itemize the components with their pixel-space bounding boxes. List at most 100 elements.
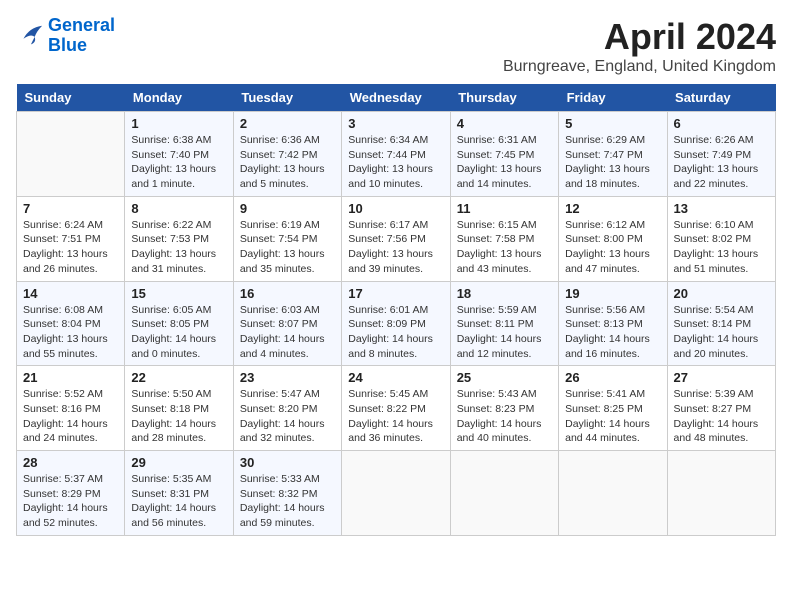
empty-cell [450, 451, 558, 536]
day-cell-23: 23 Sunrise: 5:47 AM Sunset: 8:20 PM Dayli… [233, 366, 341, 451]
day-header-saturday: Saturday [667, 84, 775, 112]
day-cell-5: 5 Sunrise: 6:29 AM Sunset: 7:47 PM Daylig… [559, 112, 667, 197]
logo-icon [16, 22, 44, 50]
day-cell-24: 24Sunrise: 5:45 AM Sunset: 8:22 PM Dayli… [342, 366, 450, 451]
day-info: Sunrise: 5:47 AM Sunset: 8:20 PM Dayligh… [240, 387, 335, 446]
day-header-thursday: Thursday [450, 84, 558, 112]
day-info: Sunrise: 6:08 AM Sunset: 8:04 PM Dayligh… [23, 303, 118, 362]
day-info: Sunrise: 5:50 AM Sunset: 8:18 PM Dayligh… [131, 387, 226, 446]
day-number: 23 [240, 370, 335, 385]
calendar-week-2: 7 Sunrise: 6:24 AM Sunset: 7:51 PM Daylig… [17, 196, 776, 281]
day-info: Sunrise: 5:52 AM Sunset: 8:16 PM Dayligh… [23, 387, 118, 446]
day-cell-11: 11 Sunrise: 6:15 AM Sunset: 7:58 PM Dayli… [450, 196, 558, 281]
day-number: 10 [348, 201, 443, 216]
day-cell-7: 7 Sunrise: 6:24 AM Sunset: 7:51 PM Daylig… [17, 196, 125, 281]
calendar-week-1: 1Sunrise: 6:38 AM Sunset: 7:40 PM Daylig… [17, 112, 776, 197]
day-number: 16 [240, 286, 335, 301]
day-info: Sunrise: 5:43 AM Sunset: 8:23 PM Dayligh… [457, 387, 552, 446]
day-number: 5 [565, 116, 660, 131]
day-number: 21 [23, 370, 118, 385]
day-number: 18 [457, 286, 552, 301]
day-cell-13: 13 Sunrise: 6:10 AM Sunset: 8:02 PM Dayli… [667, 196, 775, 281]
day-cell-15: 15 Sunrise: 6:05 AM Sunset: 8:05 PM Dayli… [125, 281, 233, 366]
day-number: 20 [674, 286, 769, 301]
day-number: 15 [131, 286, 226, 301]
day-number: 27 [674, 370, 769, 385]
day-cell-21: 21 Sunrise: 5:52 AM Sunset: 8:16 PM Dayli… [17, 366, 125, 451]
day-info: Sunrise: 6:29 AM Sunset: 7:47 PM Dayligh… [565, 133, 660, 192]
day-number: 1 [131, 116, 226, 131]
day-cell-12: 12 Sunrise: 6:12 AM Sunset: 8:00 PM Dayli… [559, 196, 667, 281]
day-cell-8: 8 Sunrise: 6:22 AM Sunset: 7:53 PM Daylig… [125, 196, 233, 281]
day-info: Sunrise: 6:10 AM Sunset: 8:02 PM Dayligh… [674, 218, 769, 277]
day-header-monday: Monday [125, 84, 233, 112]
day-header-friday: Friday [559, 84, 667, 112]
day-cell-20: 20 Sunrise: 5:54 AM Sunset: 8:14 PM Dayli… [667, 281, 775, 366]
calendar-week-5: 28Sunrise: 5:37 AM Sunset: 8:29 PM Dayli… [17, 451, 776, 536]
day-cell-28: 28Sunrise: 5:37 AM Sunset: 8:29 PM Dayli… [17, 451, 125, 536]
logo-text: GeneralBlue [48, 16, 115, 56]
day-number: 29 [131, 455, 226, 470]
day-number: 17 [348, 286, 443, 301]
day-number: 4 [457, 116, 552, 131]
day-info: Sunrise: 6:24 AM Sunset: 7:51 PM Dayligh… [23, 218, 118, 277]
day-info: Sunrise: 6:26 AM Sunset: 7:49 PM Dayligh… [674, 133, 769, 192]
day-cell-22: 22Sunrise: 5:50 AM Sunset: 8:18 PM Dayli… [125, 366, 233, 451]
day-number: 8 [131, 201, 226, 216]
day-info: Sunrise: 6:12 AM Sunset: 8:00 PM Dayligh… [565, 218, 660, 277]
day-cell-27: 27 Sunrise: 5:39 AM Sunset: 8:27 PM Dayli… [667, 366, 775, 451]
day-number: 14 [23, 286, 118, 301]
day-info: Sunrise: 6:05 AM Sunset: 8:05 PM Dayligh… [131, 303, 226, 362]
day-number: 7 [23, 201, 118, 216]
day-header-sunday: Sunday [17, 84, 125, 112]
day-info: Sunrise: 5:37 AM Sunset: 8:29 PM Dayligh… [23, 472, 118, 531]
day-info: Sunrise: 6:36 AM Sunset: 7:42 PM Dayligh… [240, 133, 335, 192]
day-cell-2: 2Sunrise: 6:36 AM Sunset: 7:42 PM Daylig… [233, 112, 341, 197]
day-number: 30 [240, 455, 335, 470]
day-number: 9 [240, 201, 335, 216]
day-cell-6: 6Sunrise: 6:26 AM Sunset: 7:49 PM Daylig… [667, 112, 775, 197]
location-subtitle: Burngreave, England, United Kingdom [503, 58, 776, 76]
day-header-tuesday: Tuesday [233, 84, 341, 112]
day-info: Sunrise: 6:03 AM Sunset: 8:07 PM Dayligh… [240, 303, 335, 362]
day-cell-19: 19Sunrise: 5:56 AM Sunset: 8:13 PM Dayli… [559, 281, 667, 366]
day-info: Sunrise: 5:39 AM Sunset: 8:27 PM Dayligh… [674, 387, 769, 446]
empty-cell [559, 451, 667, 536]
day-info: Sunrise: 5:45 AM Sunset: 8:22 PM Dayligh… [348, 387, 443, 446]
day-info: Sunrise: 6:17 AM Sunset: 7:56 PM Dayligh… [348, 218, 443, 277]
empty-cell [667, 451, 775, 536]
day-info: Sunrise: 6:34 AM Sunset: 7:44 PM Dayligh… [348, 133, 443, 192]
day-info: Sunrise: 6:31 AM Sunset: 7:45 PM Dayligh… [457, 133, 552, 192]
day-number: 25 [457, 370, 552, 385]
page-header: GeneralBlue April 2024 Burngreave, Engla… [16, 16, 776, 76]
day-cell-17: 17 Sunrise: 6:01 AM Sunset: 8:09 PM Dayli… [342, 281, 450, 366]
day-number: 11 [457, 201, 552, 216]
day-headers-row: SundayMondayTuesdayWednesdayThursdayFrid… [17, 84, 776, 112]
calendar-week-4: 21 Sunrise: 5:52 AM Sunset: 8:16 PM Dayli… [17, 366, 776, 451]
empty-cell [17, 112, 125, 197]
title-area: April 2024 Burngreave, England, United K… [503, 16, 776, 76]
day-number: 12 [565, 201, 660, 216]
day-info: Sunrise: 5:41 AM Sunset: 8:25 PM Dayligh… [565, 387, 660, 446]
day-header-wednesday: Wednesday [342, 84, 450, 112]
day-number: 19 [565, 286, 660, 301]
day-cell-4: 4 Sunrise: 6:31 AM Sunset: 7:45 PM Daylig… [450, 112, 558, 197]
day-info: Sunrise: 6:19 AM Sunset: 7:54 PM Dayligh… [240, 218, 335, 277]
day-cell-26: 26 Sunrise: 5:41 AM Sunset: 8:25 PM Dayli… [559, 366, 667, 451]
day-number: 26 [565, 370, 660, 385]
day-cell-25: 25 Sunrise: 5:43 AM Sunset: 8:23 PM Dayli… [450, 366, 558, 451]
day-number: 13 [674, 201, 769, 216]
month-title: April 2024 [503, 16, 776, 58]
day-cell-10: 10 Sunrise: 6:17 AM Sunset: 7:56 PM Dayli… [342, 196, 450, 281]
day-cell-29: 29Sunrise: 5:35 AM Sunset: 8:31 PM Dayli… [125, 451, 233, 536]
day-cell-18: 18Sunrise: 5:59 AM Sunset: 8:11 PM Dayli… [450, 281, 558, 366]
day-info: Sunrise: 5:33 AM Sunset: 8:32 PM Dayligh… [240, 472, 335, 531]
day-info: Sunrise: 6:22 AM Sunset: 7:53 PM Dayligh… [131, 218, 226, 277]
day-cell-3: 3Sunrise: 6:34 AM Sunset: 7:44 PM Daylig… [342, 112, 450, 197]
day-cell-9: 9 Sunrise: 6:19 AM Sunset: 7:54 PM Daylig… [233, 196, 341, 281]
day-cell-16: 16 Sunrise: 6:03 AM Sunset: 8:07 PM Dayli… [233, 281, 341, 366]
day-info: Sunrise: 5:54 AM Sunset: 8:14 PM Dayligh… [674, 303, 769, 362]
day-info: Sunrise: 6:01 AM Sunset: 8:09 PM Dayligh… [348, 303, 443, 362]
day-info: Sunrise: 6:15 AM Sunset: 7:58 PM Dayligh… [457, 218, 552, 277]
day-cell-14: 14 Sunrise: 6:08 AM Sunset: 8:04 PM Dayli… [17, 281, 125, 366]
